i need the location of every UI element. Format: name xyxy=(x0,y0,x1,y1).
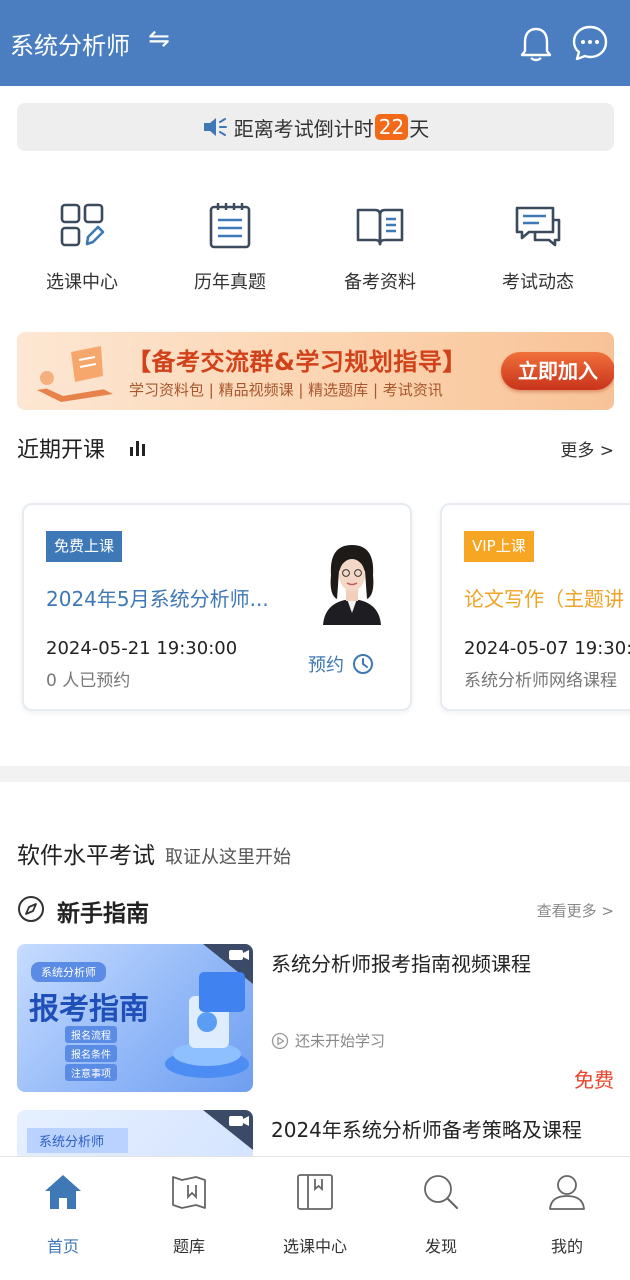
more-link[interactable]: 更多 > xyxy=(560,436,614,461)
section-title: 近期开课 xyxy=(17,438,106,463)
tab-home[interactable]: 首页 xyxy=(0,1171,126,1257)
exam-subtitle: 取证从这里开始 xyxy=(165,847,291,868)
speaker-icon xyxy=(203,118,227,136)
top-bar: 系统分析师 ⇋ xyxy=(0,0,630,86)
thumbnail-badge: 系统分析师 xyxy=(27,1128,129,1153)
message-icon[interactable] xyxy=(571,24,609,62)
countdown-suffix: 天 xyxy=(409,116,430,141)
entry-label: 历年真题 xyxy=(194,272,266,293)
reserve-label: 预约 xyxy=(308,655,344,676)
exam-countdown: 距离考试倒计时 22 天 xyxy=(17,103,614,151)
tab-profile[interactable]: 我的 xyxy=(504,1171,630,1257)
exam-section-header: 软件水平考试 取证从这里开始 xyxy=(17,836,291,870)
entry-label: 备考资料 xyxy=(344,272,416,293)
bell-icon[interactable] xyxy=(519,25,553,63)
tab-label: 我的 xyxy=(550,1237,583,1256)
bottom-tab-bar: 首页 题库 选课中心 发现 我的 xyxy=(0,1156,630,1280)
thumbnail-item: 报名条件 xyxy=(65,1045,117,1062)
clock-icon xyxy=(353,654,373,674)
course-card[interactable]: 免费上课 2024年5月系统分析师... 2024-05-21 19:30:00… xyxy=(22,503,412,711)
entry-exam-news[interactable]: 考试动态 xyxy=(463,195,613,294)
entry-course-center[interactable]: 选课中心 xyxy=(7,195,157,294)
beginner-guide-header: 新手指南 查看更多 > xyxy=(17,893,614,927)
tab-label: 首页 xyxy=(46,1237,79,1256)
entry-materials[interactable]: 备考资料 xyxy=(305,195,455,294)
reserve-button[interactable]: 预约 xyxy=(308,651,374,677)
course-time: 2024-05-07 19:30:0 xyxy=(464,638,630,659)
course-time: 2024-05-21 19:30:00 xyxy=(46,638,238,659)
course-title: 论文写作（主题讲 xyxy=(464,587,624,611)
tab-label: 选课中心 xyxy=(282,1237,347,1256)
join-now-button[interactable]: 立即加入 xyxy=(501,352,614,390)
question-bank-icon xyxy=(172,1176,206,1209)
thumbnail-item: 注意事项 xyxy=(65,1064,117,1081)
course-center-icon xyxy=(297,1174,333,1210)
tab-question-bank[interactable]: 题库 xyxy=(126,1171,252,1257)
live-bars-icon xyxy=(130,441,145,456)
play-circle-icon xyxy=(271,1032,289,1049)
grid-icon xyxy=(60,203,105,247)
lesson-title: 系统分析师报考指南视频课程 xyxy=(271,952,531,976)
thumbnail-headline: 报考指南 xyxy=(29,992,149,1027)
notepad-icon xyxy=(209,203,251,249)
section-divider xyxy=(0,766,630,782)
chat-news-icon xyxy=(515,206,561,247)
lesson-thumbnail: 系统分析师 报考指南 报名流程 报名条件 注意事项 xyxy=(17,944,253,1092)
entry-label: 选课中心 xyxy=(46,272,118,293)
guide-title: 新手指南 xyxy=(57,901,149,927)
lesson-status-text: 还未开始学习 xyxy=(295,1032,386,1050)
thumbnail-badge: 系统分析师 xyxy=(31,962,106,982)
compass-icon xyxy=(18,896,44,922)
tab-label: 发现 xyxy=(424,1237,457,1256)
course-card[interactable]: VIP上课 论文写作（主题讲 2024-05-07 19:30:0 系统分析师网… xyxy=(440,503,630,711)
entry-label: 考试动态 xyxy=(502,272,574,293)
tab-course-center[interactable]: 选课中心 xyxy=(252,1171,378,1257)
banner-subtitle: 学习资料包 | 精品视频课 | 精选题库 | 考试资讯 xyxy=(129,381,443,399)
app-title[interactable]: 系统分析师 xyxy=(10,26,130,61)
banner-title: 【备考交流群&学习规划指导】 xyxy=(127,348,467,376)
course-subtitle: 系统分析师网络课程 xyxy=(464,671,617,691)
lesson-title: 2024年系统分析师备考策略及课程 xyxy=(271,1118,582,1142)
tab-discover[interactable]: 发现 xyxy=(378,1171,504,1257)
lesson-item[interactable]: 系统分析师 报考指南 报名流程 报名条件 注意事项 系统分析师报考指南视频课程 … xyxy=(17,944,614,1092)
teacher-avatar xyxy=(323,545,381,625)
lesson-status: 还未开始学习 xyxy=(271,1030,385,1051)
countdown-days: 22 xyxy=(374,114,409,140)
free-tag: 免费上课 xyxy=(46,531,123,562)
countdown-prefix: 距离考试倒计时 xyxy=(233,116,374,141)
open-book-icon xyxy=(356,208,404,246)
exam-title: 软件水平考试 xyxy=(17,843,155,869)
vip-tag: VIP上课 xyxy=(464,531,534,562)
lesson-price: 免费 xyxy=(574,1068,614,1092)
reservation-count: 0 人已预约 xyxy=(46,671,131,691)
entry-past-papers[interactable]: 历年真题 xyxy=(155,195,305,294)
home-icon xyxy=(45,1175,81,1209)
book-illustration xyxy=(37,346,113,402)
view-more-link[interactable]: 查看更多 > xyxy=(537,900,614,921)
user-icon xyxy=(549,1175,585,1210)
search-icon xyxy=(424,1175,459,1210)
thumbnail-item: 报名流程 xyxy=(65,1026,117,1043)
study-group-banner[interactable]: 【备考交流群&学习规划指导】 学习资料包 | 精品视频课 | 精选题库 | 考试… xyxy=(17,332,614,410)
course-title: 2024年5月系统分析师... xyxy=(46,587,269,611)
tab-label: 题库 xyxy=(172,1237,205,1256)
quick-entries: 选课中心 历年真题 备考资料 考试动态 xyxy=(0,195,630,305)
switch-exam-icon[interactable]: ⇋ xyxy=(148,24,170,54)
recent-courses-header: 近期开课 更多 > xyxy=(17,430,614,464)
